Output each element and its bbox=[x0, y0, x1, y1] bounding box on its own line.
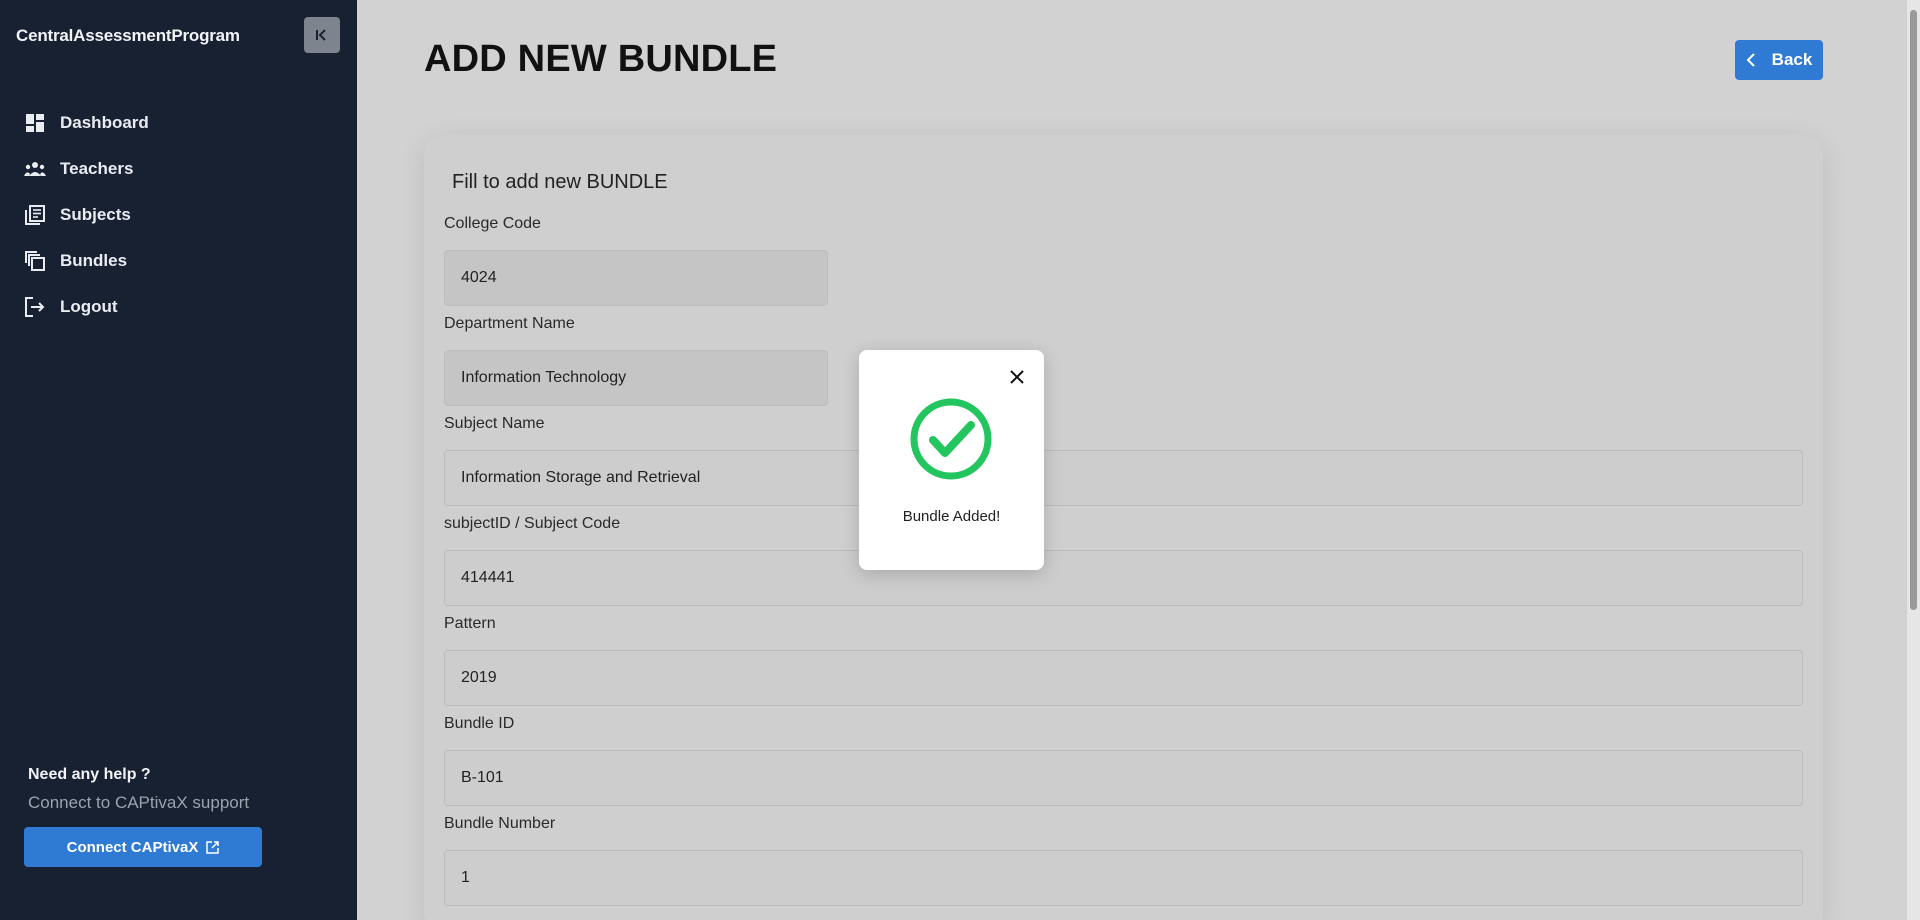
check-circle-icon bbox=[910, 398, 992, 480]
college-code-field: College Code 4024 bbox=[444, 215, 828, 306]
people-icon bbox=[24, 158, 46, 180]
sidebar-item-label: Dashboard bbox=[60, 113, 149, 132]
bundle-number-input[interactable]: 1 bbox=[444, 850, 1803, 906]
chevron-left-icon bbox=[1746, 53, 1755, 67]
department-name-input[interactable]: Information Technology bbox=[444, 350, 828, 406]
field-label: Department Name bbox=[444, 315, 575, 332]
collapse-left-icon bbox=[316, 29, 326, 41]
department-name-field: Department Name Information Technology bbox=[444, 315, 828, 406]
sidebar-item-teachers[interactable]: Teachers bbox=[0, 146, 357, 192]
close-icon bbox=[1010, 370, 1024, 384]
sidebar-item-label: Teachers bbox=[60, 159, 134, 178]
sidebar-collapse-button[interactable] bbox=[304, 17, 340, 53]
college-code-input[interactable]: 4024 bbox=[444, 250, 828, 306]
back-button-label: Back bbox=[1771, 50, 1813, 69]
subject-name-field: Subject Name Information Storage and Ret… bbox=[444, 415, 1803, 506]
sidebar: CentralAssessmentProgram Dashboard Teach… bbox=[0, 0, 357, 920]
logout-icon bbox=[24, 296, 46, 318]
subject-code-field: subjectID / Subject Code 414441 bbox=[444, 515, 1803, 606]
field-label: Pattern bbox=[444, 615, 496, 632]
sidebar-item-subjects[interactable]: Subjects bbox=[0, 192, 357, 238]
sidebar-item-dashboard[interactable]: Dashboard bbox=[0, 100, 357, 146]
sidebar-item-label: Logout bbox=[60, 297, 118, 316]
copy-stack-icon bbox=[24, 250, 46, 272]
back-button[interactable]: Back bbox=[1735, 40, 1823, 80]
field-label: College Code bbox=[444, 215, 541, 232]
sidebar-nav: Dashboard Teachers Subjects Bundles Logo… bbox=[0, 100, 357, 330]
bundle-form-card: Fill to add new BUNDLE College Code 4024… bbox=[424, 135, 1823, 920]
pattern-input[interactable]: 2019 bbox=[444, 650, 1803, 706]
page-scrollbar[interactable] bbox=[1907, 0, 1920, 920]
field-label: subjectID / Subject Code bbox=[444, 515, 621, 532]
dashboard-icon bbox=[24, 112, 46, 134]
sidebar-item-logout[interactable]: Logout bbox=[0, 284, 357, 330]
connect-support-button[interactable]: Connect CAPtivaX bbox=[24, 827, 262, 867]
subject-name-input[interactable]: Information Storage and Retrieval bbox=[444, 450, 1803, 506]
brand-title: CentralAssessmentProgram bbox=[16, 26, 240, 45]
bundle-id-input[interactable]: B-101 bbox=[444, 750, 1803, 806]
subject-code-input[interactable]: 414441 bbox=[444, 550, 1803, 606]
scrollbar-thumb[interactable] bbox=[1910, 10, 1917, 610]
dialog-close-button[interactable] bbox=[1005, 365, 1029, 389]
page-title: ADD NEW BUNDLE bbox=[424, 38, 778, 80]
field-label: Subject Name bbox=[444, 415, 545, 432]
form-heading: Fill to add new BUNDLE bbox=[452, 171, 668, 193]
library-books-icon bbox=[24, 204, 46, 226]
field-label: Bundle Number bbox=[444, 815, 556, 832]
success-dialog: Bundle Added! bbox=[859, 350, 1044, 570]
main-content: ADD NEW BUNDLE Back Fill to add new BUND… bbox=[357, 0, 1907, 920]
sidebar-item-label: Subjects bbox=[60, 205, 131, 224]
bundle-id-field: Bundle ID B-101 bbox=[444, 715, 1803, 806]
bundle-number-field: Bundle Number 1 bbox=[444, 815, 1803, 906]
help-subtitle: Connect to CAPtivaX support bbox=[28, 793, 250, 812]
sidebar-item-bundles[interactable]: Bundles bbox=[0, 238, 357, 284]
sidebar-item-label: Bundles bbox=[60, 251, 128, 270]
dialog-message: Bundle Added! bbox=[902, 508, 1001, 525]
field-label: Bundle ID bbox=[444, 715, 515, 732]
external-link-icon bbox=[206, 840, 220, 854]
help-title: Need any help ? bbox=[28, 766, 151, 783]
pattern-field: Pattern 2019 bbox=[444, 615, 1803, 706]
connect-button-label: Connect CAPtivaX bbox=[66, 838, 199, 856]
